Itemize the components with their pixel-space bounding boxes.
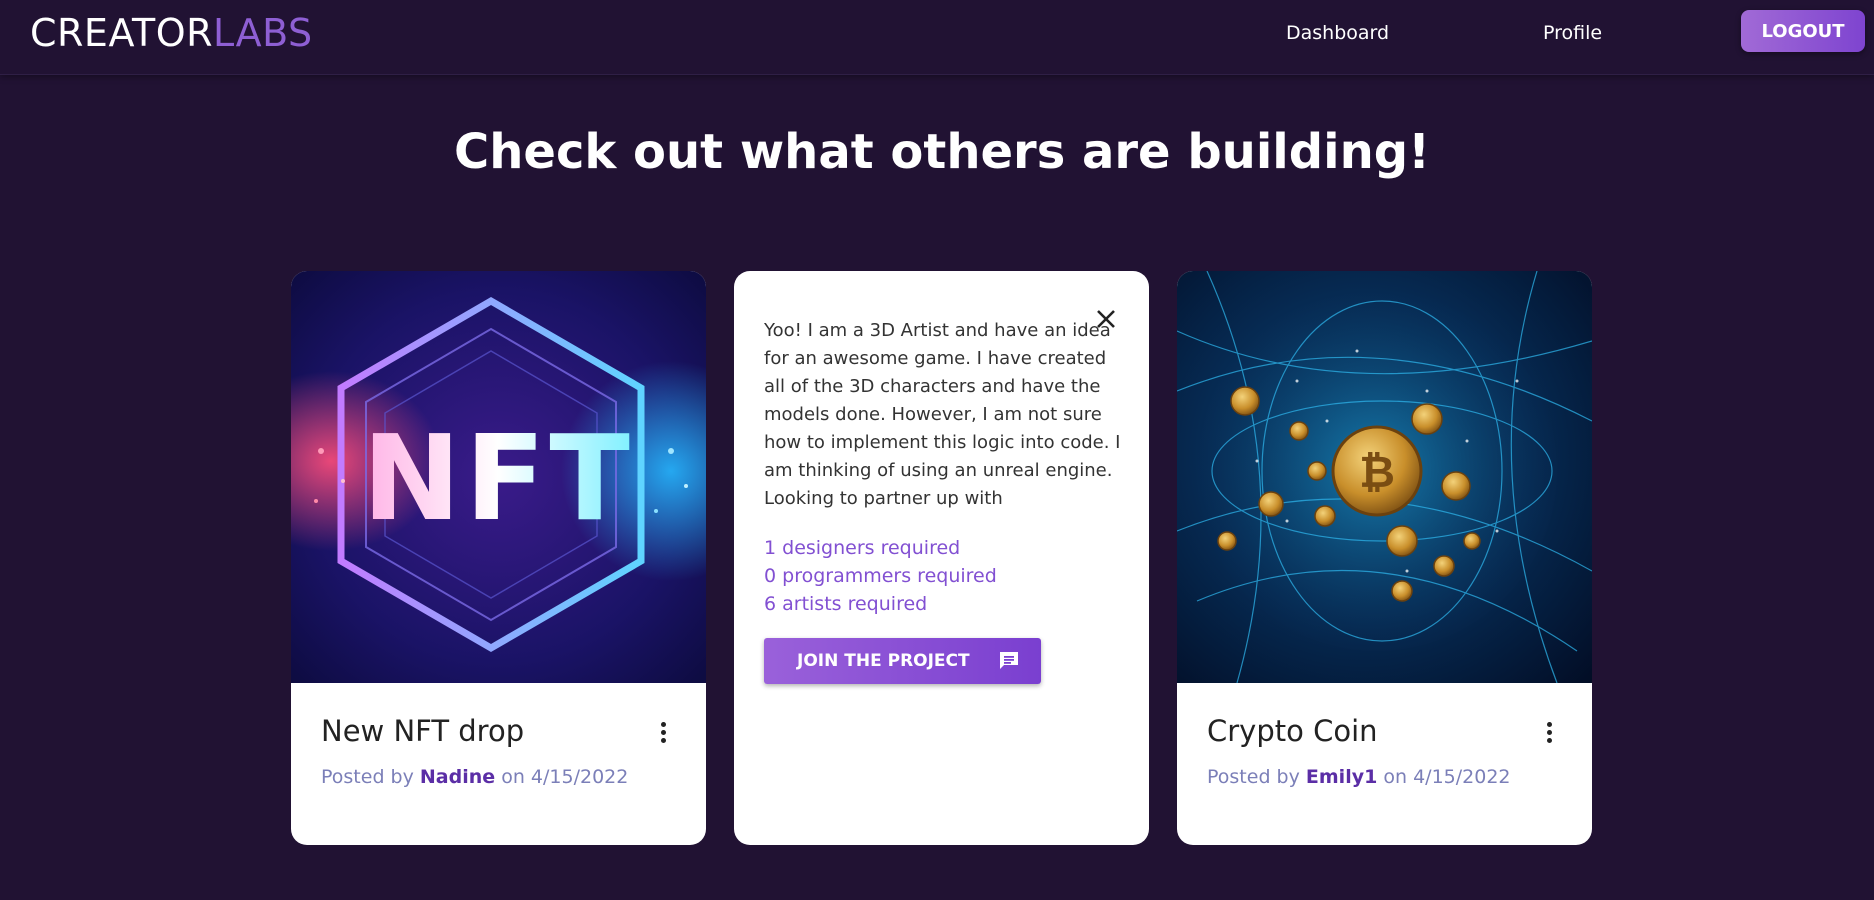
brand-labs: LABS [213, 11, 313, 55]
brand-logo[interactable]: CREATORLABS [30, 12, 313, 54]
post-date: 4/15/2022 [530, 766, 629, 788]
author-link[interactable]: Emily1 [1306, 766, 1377, 788]
nav-dashboard-link[interactable]: Dashboard [1286, 22, 1389, 44]
on-label: on [501, 766, 525, 788]
posted-by-label: Posted by [1207, 766, 1300, 788]
more-options-icon[interactable] [1537, 719, 1561, 747]
artists-required: 6 artists required [764, 593, 928, 615]
more-options-icon[interactable] [651, 719, 675, 747]
project-card-crypto[interactable]: ₿ Crypto Coin Posted by Emily1 on 4/15/2… [1177, 271, 1592, 845]
author-link[interactable]: Nadine [420, 766, 495, 788]
project-card-nft[interactable]: NFT New NFT drop Posted by Nadine on 4/1… [291, 271, 706, 845]
card-title: New NFT drop [321, 714, 525, 748]
crypto-card-image: ₿ [1177, 271, 1592, 683]
card-title: Crypto Coin [1207, 714, 1378, 748]
on-label: on [1383, 766, 1408, 788]
designers-required: 1 designers required [764, 537, 961, 559]
posted-by-label: Posted by [321, 766, 414, 788]
join-project-label: JOIN THE PROJECT [797, 651, 970, 671]
chat-icon [1000, 652, 1018, 669]
project-card-details: Yoo! I am a 3D Artist and have an idea f… [734, 271, 1149, 845]
nft-card-image: NFT [291, 271, 706, 683]
nav-profile-link[interactable]: Profile [1543, 22, 1602, 44]
join-project-button[interactable]: JOIN THE PROJECT [764, 638, 1041, 684]
brand-creator: CREATOR [30, 11, 214, 55]
svg-text:NFT: NFT [362, 409, 634, 547]
card-meta: Posted by Nadine on 4/15/2022 [321, 766, 628, 788]
logout-button[interactable]: LOGOUT [1741, 10, 1865, 52]
svg-text:₿: ₿ [1359, 447, 1395, 498]
programmers-required: 0 programmers required [764, 565, 997, 587]
post-date: 4/15/2022 [1413, 766, 1511, 788]
card-meta: Posted by Emily1 on 4/15/2022 [1207, 766, 1511, 788]
project-description: Yoo! I am a 3D Artist and have an idea f… [764, 320, 1121, 509]
top-navbar: CREATORLABS Dashboard Profile LOGOUT [0, 0, 1874, 75]
page-title: Check out what others are building! [453, 124, 1430, 180]
